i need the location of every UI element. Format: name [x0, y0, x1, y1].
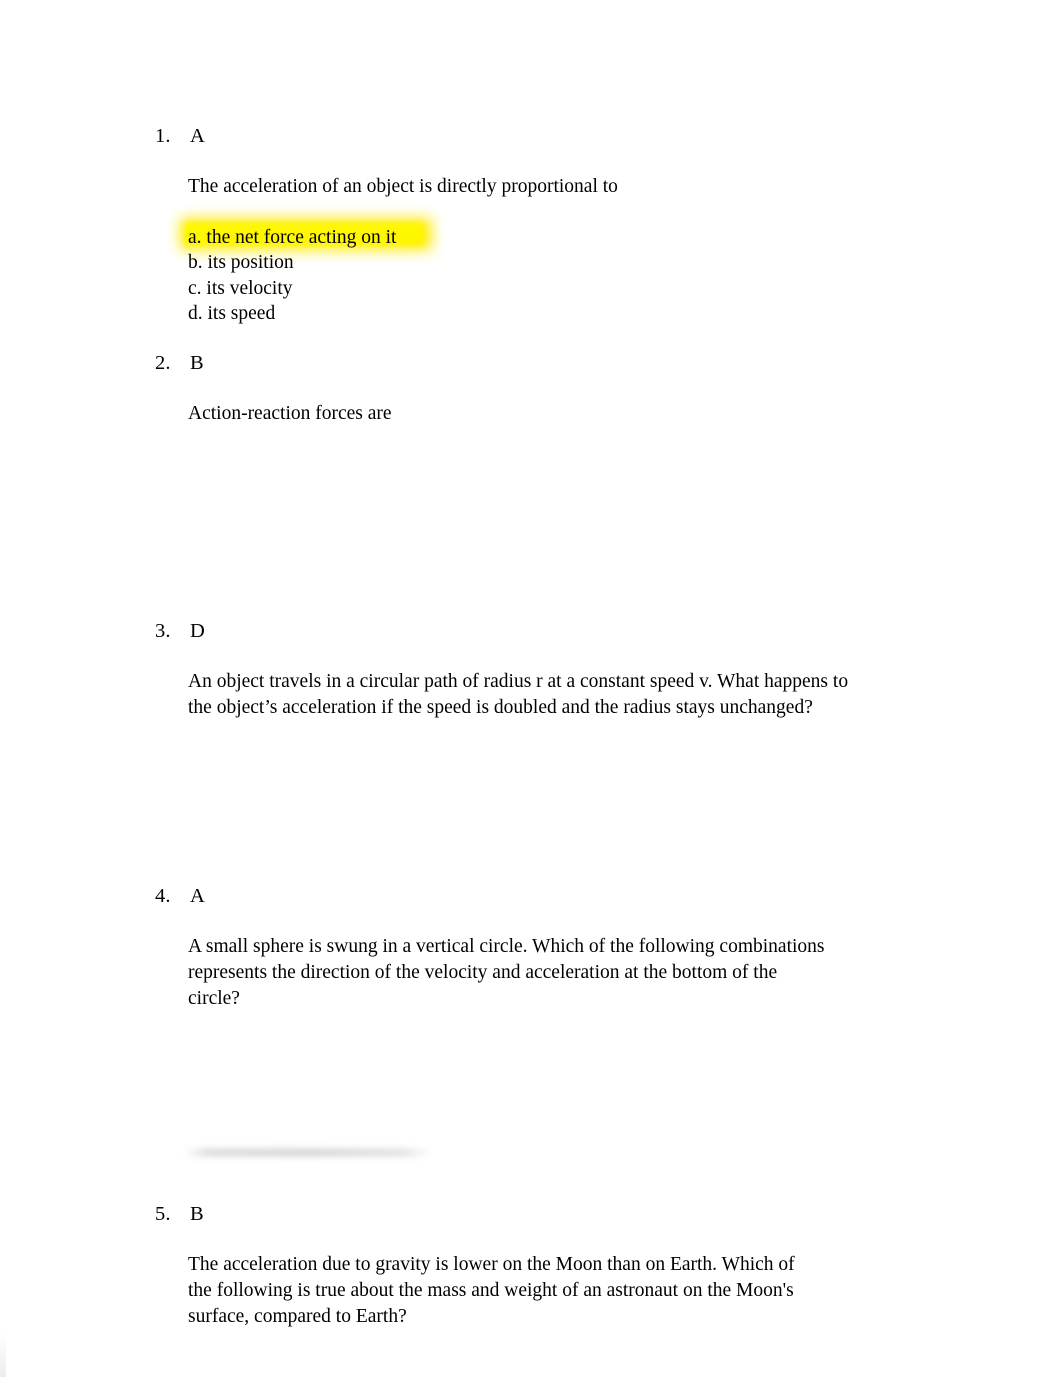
question-3-header: 3. D	[0, 617, 1062, 647]
question-1-answer-letter: A	[190, 125, 205, 147]
question-1-options: a. the net force acting on it b. its pos…	[180, 218, 828, 326]
question-item-1: 1. A The acceleration of an object is di…	[0, 122, 1062, 324]
question-1-header: 1. A	[0, 122, 1062, 152]
question-1-option-d-label: d. its speed	[188, 302, 276, 324]
question-1-prompt: The acceleration of an object is directl…	[188, 176, 618, 197]
question-4-prompt: A small sphere is swung in a vertical ci…	[188, 936, 825, 1009]
question-1-option-a[interactable]: a. the net force acting on it	[180, 218, 828, 250]
document-page: 1. A The acceleration of an object is di…	[0, 0, 1062, 1377]
question-item-5: 5. B The acceleration due to gravity is …	[0, 1200, 1062, 1327]
question-1-option-d[interactable]: d. its speed	[188, 301, 828, 326]
page-edge-shadow	[0, 1331, 6, 1377]
question-4-answer-letter: A	[190, 885, 205, 907]
question-5-number: 5.	[155, 1203, 171, 1225]
question-1-option-c[interactable]: c. its velocity	[188, 276, 828, 301]
question-1-option-b-label: b. its position	[188, 252, 294, 274]
question-2-prompt: Action-reaction forces are	[188, 403, 392, 424]
question-5-answer-letter: B	[190, 1203, 204, 1225]
question-3-number: 3.	[155, 620, 171, 642]
scan-artifact-smudge	[184, 1148, 432, 1157]
question-4-number: 4.	[155, 885, 171, 907]
question-4-header: 4. A	[0, 882, 1062, 912]
question-5-header: 5. B	[0, 1200, 1062, 1230]
question-1-number: 1.	[155, 125, 171, 147]
question-1-option-c-label: c. its velocity	[188, 277, 293, 299]
question-2-number: 2.	[155, 352, 171, 374]
question-1-option-b[interactable]: b. its position	[188, 250, 828, 275]
question-item-2: 2. B Action-reaction forces are	[0, 349, 1062, 424]
question-2-header: 2. B	[0, 349, 1062, 379]
question-item-3: 3. D An object travels in a circular pat…	[0, 617, 1062, 718]
question-3-prompt: An object travels in a circular path of …	[188, 671, 849, 718]
question-item-4: 4. A A small sphere is swung in a vertic…	[0, 882, 1062, 1009]
question-5-prompt: The acceleration due to gravity is lower…	[188, 1254, 795, 1327]
question-1-option-a-label: a. the net force acting on it	[188, 227, 397, 248]
question-2-answer-letter: B	[190, 352, 204, 374]
question-3-answer-letter: D	[190, 620, 205, 642]
